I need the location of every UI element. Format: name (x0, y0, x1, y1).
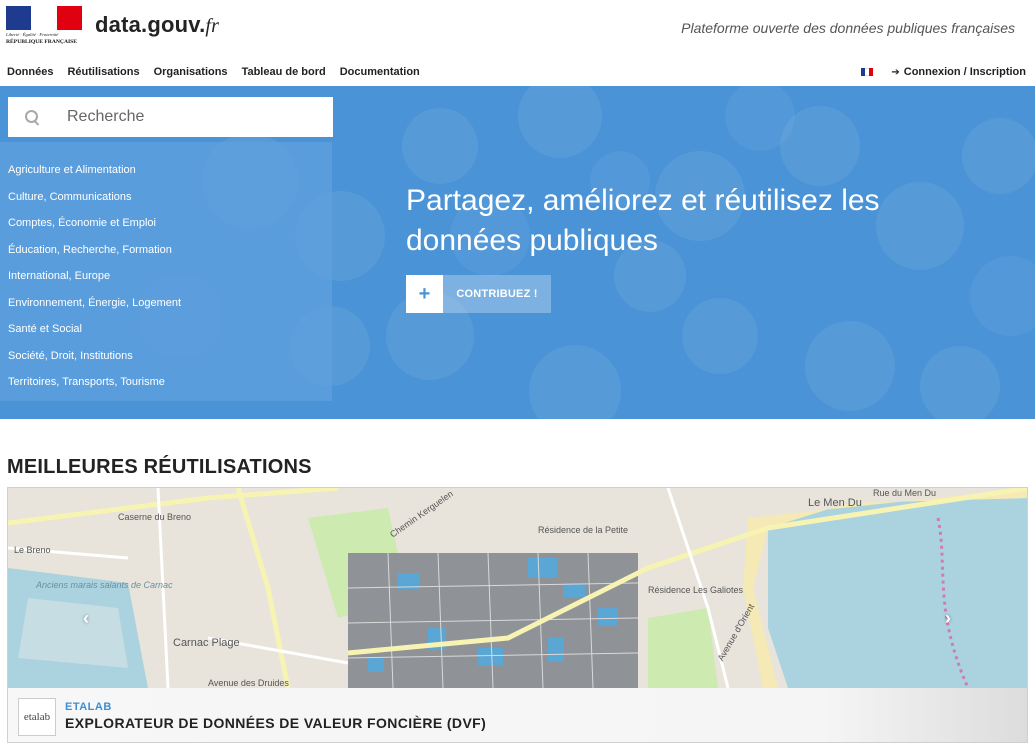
section-title-reuses: MEILLEURES RÉUTILISATIONS (7, 456, 312, 478)
french-flag-icon[interactable] (861, 68, 874, 76)
nav-item-documentation[interactable]: Documentation (340, 66, 420, 78)
login-label: Connexion / Inscription (903, 66, 1026, 78)
nav-item-tableau-de-bord[interactable]: Tableau de bord (242, 66, 326, 78)
map-label-druides: Avenue des Druides (208, 678, 289, 688)
map-label-marais: Anciens marais salants de Carnac (35, 580, 173, 590)
sign-in-icon: ➔ (891, 67, 900, 78)
map-label-rue-men-du: Rue du Men Du (873, 488, 936, 498)
search-input[interactable] (67, 108, 307, 126)
topic-environnement[interactable]: Environnement, Énergie, Logement (0, 290, 332, 317)
hero-banner: Agriculture et Alimentation Culture, Com… (0, 86, 1035, 419)
nav-right: ➔ Connexion / Inscription (861, 66, 1026, 78)
topic-international[interactable]: International, Europe (0, 263, 332, 290)
login-link[interactable]: ➔ Connexion / Inscription (891, 66, 1026, 78)
nav-item-donnees[interactable]: Données (7, 66, 53, 78)
map-label-plage: Carnac Plage (173, 637, 240, 649)
map-label-residence-galiotes: Résidence Les Galiotes (648, 585, 744, 595)
contribute-button[interactable]: + CONTRIBUEZ ! (406, 275, 551, 313)
reuse-card[interactable]: Caserne du Breno Le Breno Anciens marais… (7, 487, 1028, 743)
republique-label: RÉPUBLIQUE FRANÇAISE (6, 39, 78, 45)
brand-suffix: fr (205, 15, 220, 37)
map-label-residence-petite: Résidence de la Petite (538, 525, 628, 535)
topic-agriculture[interactable]: Agriculture et Alimentation (0, 157, 332, 184)
carousel-prev-icon[interactable]: ‹ (83, 608, 89, 629)
carousel-next-icon[interactable]: › (945, 608, 951, 629)
topic-culture[interactable]: Culture, Communications (0, 184, 332, 211)
main-nav: Données Réutilisations Organisations Tab… (0, 62, 1035, 86)
nav-item-organisations[interactable]: Organisations (154, 66, 228, 78)
topic-comptes[interactable]: Comptes, Économie et Emploi (0, 210, 332, 237)
reuse-organization[interactable]: ETALAB (65, 701, 112, 713)
nav-item-reutilisations[interactable]: Réutilisations (67, 66, 139, 78)
plus-icon: + (406, 275, 443, 313)
search-box (8, 97, 333, 137)
topic-territoires[interactable]: Territoires, Transports, Tourisme (0, 369, 332, 396)
reuse-caption: etalab ETALAB EXPLORATEUR DE DONNÉES DE … (8, 688, 1027, 742)
map-label-caserne: Caserne du Breno (118, 512, 191, 522)
reuse-map-image: Caserne du Breno Le Breno Anciens marais… (8, 488, 1027, 688)
brand-name: data.gouv. (95, 12, 206, 37)
republique-devise: Liberté · Égalité · Fraternité (6, 32, 59, 37)
search-icon[interactable] (24, 109, 40, 125)
topic-education[interactable]: Éducation, Recherche, Formation (0, 237, 332, 264)
site-brand-logo[interactable]: data.gouv.fr (95, 12, 219, 38)
topic-societe[interactable]: Société, Droit, Institutions (0, 343, 332, 370)
site-tagline: Plateforme ouverte des données publiques… (681, 20, 1015, 36)
map-label-men-du: Le Men Du (808, 497, 862, 509)
reuse-title[interactable]: EXPLORATEUR DE DONNÉES DE VALEUR FONCIÈR… (65, 715, 486, 731)
republique-francaise-logo[interactable]: Liberté · Égalité · Fraternité RÉPUBLIQU… (6, 6, 82, 52)
hero-headline: Partagez, améliorez et réutilisez les do… (406, 184, 880, 257)
site-header: Liberté · Égalité · Fraternité RÉPUBLIQU… (0, 0, 1035, 60)
organization-logo[interactable]: etalab (18, 698, 56, 736)
topics-list: Agriculture et Alimentation Culture, Com… (0, 142, 332, 401)
topic-sante[interactable]: Santé et Social (0, 316, 332, 343)
marianne-flag-icon (6, 6, 82, 30)
map-label-breno: Le Breno (14, 545, 51, 555)
contribute-label: CONTRIBUEZ ! (443, 275, 551, 313)
